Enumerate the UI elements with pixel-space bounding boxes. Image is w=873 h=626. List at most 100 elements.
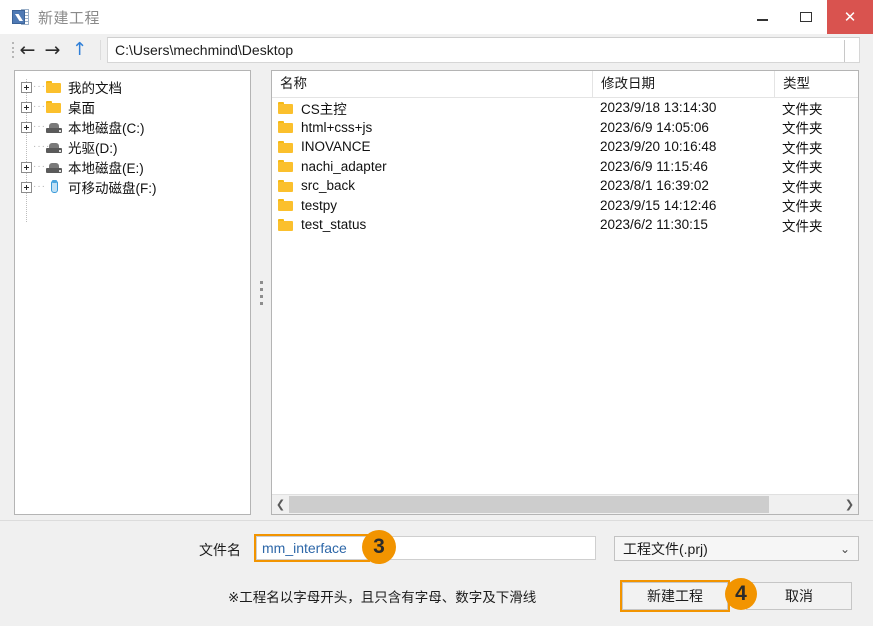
file-type-cell: 文件夹 <box>782 121 823 137</box>
folder-icon <box>278 179 295 193</box>
scroll-left-icon[interactable]: ❮ <box>272 499 289 510</box>
table-row[interactable]: nachi_adapter 2023/6/9 11:15:46 文件夹 <box>272 157 858 177</box>
folder-icon <box>278 120 295 134</box>
splitter-handle-icon <box>259 280 263 305</box>
table-row[interactable]: INOVANCE 2023/9/20 10:16:48 文件夹 <box>272 137 858 157</box>
window-title: 新建工程 <box>38 9 101 27</box>
forward-icon[interactable]: → <box>40 40 65 60</box>
file-name-cell: INOVANCE <box>272 139 592 154</box>
scrollbar-track[interactable] <box>289 496 841 513</box>
new-project-dialog: 新建工程 ✕ ← → ↑ C:\Users\mechmind\Desktop ·… <box>0 0 873 626</box>
column-header-name[interactable]: 名称 <box>272 71 592 97</box>
column-header-type[interactable]: 类型 <box>774 71 858 97</box>
file-type-cell: 文件夹 <box>782 218 823 234</box>
expand-icon[interactable] <box>21 81 32 93</box>
table-row[interactable]: html+css+js 2023/6/9 14:05:06 文件夹 <box>272 118 858 138</box>
scrollbar-thumb[interactable] <box>289 496 770 513</box>
tree-item-local-disk-c[interactable]: ··· 本地磁盘(C:) <box>21 117 250 137</box>
address-text: C:\Users\mechmind\Desktop <box>115 42 294 58</box>
tree-connector: ··· <box>33 101 46 112</box>
file-date-cell: 2023/9/18 13:14:30 <box>600 100 717 116</box>
table-row[interactable]: src_back 2023/8/1 16:39:02 文件夹 <box>272 176 858 196</box>
file-type-cell: 文件夹 <box>782 199 823 215</box>
tree-item-label: 本地磁盘(E:) <box>68 161 144 176</box>
title-bar: 新建工程 ✕ <box>0 0 873 35</box>
tree-item-local-disk-e[interactable]: ··· 本地磁盘(E:) <box>21 157 250 177</box>
file-type-cell: 文件夹 <box>782 101 823 117</box>
file-date-cell: 2023/9/15 14:12:46 <box>600 197 717 213</box>
file-name-text: testpy <box>301 197 338 213</box>
window-controls: ✕ <box>741 0 873 34</box>
drive-icon <box>46 160 63 174</box>
file-list-rows: CS主控 2023/9/18 13:14:30 文件夹 html+css+js … <box>272 98 858 235</box>
close-button[interactable]: ✕ <box>827 0 873 34</box>
tree-connector: ··· <box>33 81 46 92</box>
maximize-icon <box>799 12 812 22</box>
file-date-cell: 2023/6/9 11:15:46 <box>600 158 708 174</box>
file-name-text: nachi_adapter <box>301 158 387 174</box>
filetype-dropdown[interactable]: 工程文件(.prj) ⌄ <box>614 536 859 561</box>
horizontal-scrollbar[interactable]: ❮ ❯ <box>272 494 858 514</box>
expand-icon[interactable] <box>21 121 32 133</box>
tree-item-label: 光驱(D:) <box>68 141 118 156</box>
tree-item-my-documents[interactable]: ··· 我的文档 <box>21 77 250 97</box>
tree-item-removable-disk-f[interactable]: ··· 可移动磁盘(F:) <box>21 177 250 197</box>
folder-tree-panel[interactable]: ··· 我的文档 ··· 桌面 ··· 本地磁盘(C:) ···· 光驱(D:)… <box>14 70 251 515</box>
panel-splitter[interactable] <box>253 70 269 515</box>
maximize-button[interactable] <box>784 0 827 34</box>
minimize-button[interactable] <box>741 0 784 34</box>
file-list-header: 名称 修改日期 类型 <box>272 71 858 98</box>
tree-item-label: 可移动磁盘(F:) <box>68 181 157 196</box>
cancel-button[interactable]: 取消 <box>746 582 852 610</box>
file-date-cell: 2023/8/1 16:39:02 <box>600 178 709 194</box>
file-name-text: src_back <box>301 178 356 194</box>
up-icon[interactable]: ↑ <box>67 41 92 59</box>
expand-icon[interactable] <box>21 181 32 193</box>
file-date-cell: 2023/6/2 11:30:15 <box>600 217 708 233</box>
file-name-text: html+css+js <box>301 119 373 135</box>
filename-value: mm_interface <box>262 540 347 556</box>
folder-icon <box>278 140 295 154</box>
tree-connector: ··· <box>33 181 46 192</box>
file-name-cell: html+css+js <box>272 120 592 135</box>
filename-input[interactable]: mm_interface <box>256 536 596 560</box>
file-name-text: INOVANCE <box>301 139 371 155</box>
expand-icon[interactable] <box>21 101 32 113</box>
tree-item-label: 桌面 <box>68 101 95 116</box>
create-project-button[interactable]: 新建工程 <box>622 582 728 610</box>
folder-icon <box>278 101 295 115</box>
folder-icon <box>46 100 63 114</box>
folder-icon <box>46 80 63 94</box>
close-icon: ✕ <box>843 7 857 26</box>
table-row[interactable]: testpy 2023/9/15 14:12:46 文件夹 <box>272 196 858 216</box>
file-type-cell: 文件夹 <box>782 160 823 176</box>
expand-icon[interactable] <box>21 161 32 173</box>
nav-separator <box>100 40 101 60</box>
tree-item-label: 我的文档 <box>68 81 122 96</box>
back-icon[interactable]: ← <box>15 40 40 60</box>
expand-placeholder-icon <box>21 142 32 153</box>
filename-hint: ※工程名以字母开头，且只含有字母、数字及下滑线 <box>228 590 537 605</box>
tree-connector: ··· <box>33 121 46 132</box>
scroll-right-icon[interactable]: ❯ <box>841 499 858 510</box>
usb-drive-icon <box>46 180 63 194</box>
tree-item-optical-drive-d[interactable]: ···· 光驱(D:) <box>21 137 250 157</box>
file-name-text: test_status <box>301 217 367 233</box>
folder-icon <box>278 198 295 212</box>
file-name-text: CS主控 <box>301 101 347 117</box>
tree-connector: ··· <box>33 161 46 172</box>
tree-item-desktop[interactable]: ··· 桌面 <box>21 97 250 117</box>
address-bar[interactable]: C:\Users\mechmind\Desktop <box>107 37 860 63</box>
drive-icon <box>46 140 63 154</box>
browser-area: ··· 我的文档 ··· 桌面 ··· 本地磁盘(C:) ···· 光驱(D:)… <box>0 66 873 520</box>
file-name-cell: testpy <box>272 198 592 213</box>
minimize-icon <box>757 19 768 21</box>
file-type-cell: 文件夹 <box>782 179 823 195</box>
file-name-cell: nachi_adapter <box>272 159 592 174</box>
table-row[interactable]: test_status 2023/6/2 11:30:15 文件夹 <box>272 215 858 235</box>
table-row[interactable]: CS主控 2023/9/18 13:14:30 文件夹 <box>272 98 858 118</box>
file-list-panel[interactable]: 名称 修改日期 类型 CS主控 2023/9/18 13:14:30 文件夹 h… <box>271 70 859 515</box>
app-document-icon <box>12 8 30 26</box>
column-header-date[interactable]: 修改日期 <box>592 71 774 97</box>
file-date-cell: 2023/6/9 14:05:06 <box>600 119 709 135</box>
